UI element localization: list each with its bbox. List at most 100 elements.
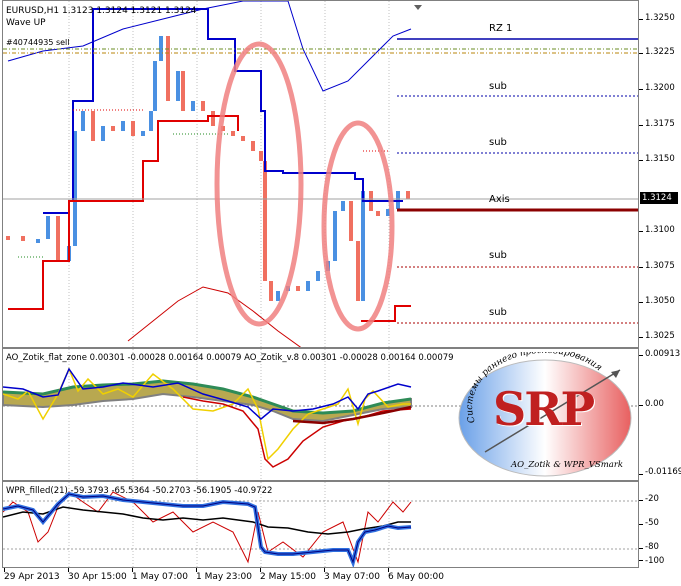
time-label: 2 May 15:00 [260,572,316,582]
candle-bear [181,71,185,111]
price-tick-label: 1.3025 [645,331,675,341]
level-label-axis: Axis [489,194,510,205]
price-chart-pane[interactable]: EURUSD,H1 1.3123 1.3124 1.3121 1.3124 Wa… [2,0,639,348]
candle-bull [81,111,85,131]
time-label: 1 May 23:00 [196,572,252,582]
ao-axis[interactable]: 0.00913 0.00 -0.01169 [639,348,681,481]
price-tick [639,53,643,54]
ao-tick [639,355,643,356]
candle-bear [406,191,410,199]
price-tick-label: 1.3200 [645,83,675,93]
price-tick-label: 1.3250 [645,13,675,23]
ao-tick-label: 0.00 [645,399,664,409]
candle-bear [21,236,25,241]
candle-bear [356,241,360,301]
wpr-indicator-pane[interactable]: WPR_filled(21) -59.3793 -65.5364 -50.270… [2,481,639,568]
candle-bull [341,201,345,211]
level-label-sub4: sub [489,307,507,318]
candle-bull [176,71,180,101]
candle-bull [191,101,195,111]
candle-bull [101,126,105,141]
wpr-tick [639,500,643,501]
candle-bull [149,111,153,131]
price-tick [639,125,643,126]
candle-bear [263,161,267,281]
candle-bull [333,211,337,261]
level-label-sub1: sub [489,81,507,92]
ao-tick [639,474,643,475]
wpr-black-line [3,506,411,535]
logo-subtext: AO_Zotik & WPR_VSmark [511,460,624,470]
price-tick-label: 1.3050 [645,296,675,306]
chart-header: EURUSD,H1 1.3123 1.3124 1.3121 1.3124 [6,6,197,16]
candle-bull [36,239,40,243]
scroll-marker-icon[interactable] [414,5,422,10]
candle-bull [153,61,157,111]
candle-bear [201,101,205,111]
candle-bear [6,236,10,240]
ao-header: AO_Zotik_flat_zone 0.00301 -0.00028 0.00… [6,353,454,363]
current-price-label: 1.3124 [640,192,678,204]
candle-bear [131,121,135,136]
wpr-axis[interactable]: -20 -50 -80 -100 [639,481,681,568]
candle-bull [361,191,365,301]
wpr-tick [639,548,643,549]
candle-bear [56,216,60,261]
candle-bear [111,126,115,131]
price-tick [639,89,643,90]
logo-letters: SRP [493,382,595,436]
ao-tick-label: 0.00913 [645,349,681,359]
wpr-tick-label: -100 [645,556,665,566]
price-tick-label: 1.3150 [645,154,675,164]
time-label: 29 Apr 2013 [4,572,60,582]
candle-bull [46,216,50,239]
price-tick [639,267,643,268]
candle-bull [276,291,280,301]
indicator-name: Wave UP [6,18,46,28]
price-tick [639,160,643,161]
time-axis[interactable]: 29 Apr 2013 30 Apr 15:00 1 May 07:00 1 M… [0,568,681,586]
ao-tick-label: -0.01169 [645,467,681,477]
ao-tick [639,405,643,406]
candle-bear [166,36,170,101]
candle-bear [269,281,273,301]
time-label: 3 May 07:00 [324,572,380,582]
price-tick-label: 1.3075 [645,261,675,271]
price-tick-label: 1.3175 [645,119,675,129]
level-label-rz1: RZ 1 [489,23,513,34]
candle-bear [91,111,95,141]
level-label-sub3: sub [489,250,507,261]
price-axis[interactable]: 1.3250 1.3225 1.3200 1.3175 1.3150 1.310… [639,0,681,348]
candle-bear [349,201,353,241]
candle-bull [141,131,145,136]
candle-bull [306,281,310,291]
wpr-blue-line [3,491,412,567]
wpr-tick-label: -50 [645,518,659,528]
candle-bear [241,136,245,141]
candle-bear [376,211,380,216]
candle-bull [121,121,125,131]
price-tick [639,337,643,338]
candle-bear [211,111,215,126]
time-label: 6 May 00:00 [388,572,444,582]
support-step-line-2 [361,305,411,322]
time-label: 1 May 07:00 [132,572,188,582]
price-chart-canvas [3,1,638,347]
candle-bull [316,271,320,281]
price-tick [639,231,643,232]
time-label: 30 Apr 15:00 [68,572,127,582]
candle-bear [296,286,300,291]
wpr-tick-label: -20 [645,494,659,504]
price-tick [639,19,643,20]
order-label: #40744935 sell [6,38,70,47]
wpr-header: WPR_filled(21) -59.3793 -65.5364 -50.270… [6,486,273,496]
candle-bear [231,131,235,136]
candle-bear [251,141,255,151]
wpr-tick-label: -80 [645,542,659,552]
level-label-sub2: sub [489,137,507,148]
wpr-tick [639,524,643,525]
support-step-line [8,115,239,310]
wpr-tick [639,560,643,561]
price-tick-label: 1.3225 [645,47,675,57]
srp-logo: Системы раннего прогнозирования SRP AO_Z… [455,352,635,480]
